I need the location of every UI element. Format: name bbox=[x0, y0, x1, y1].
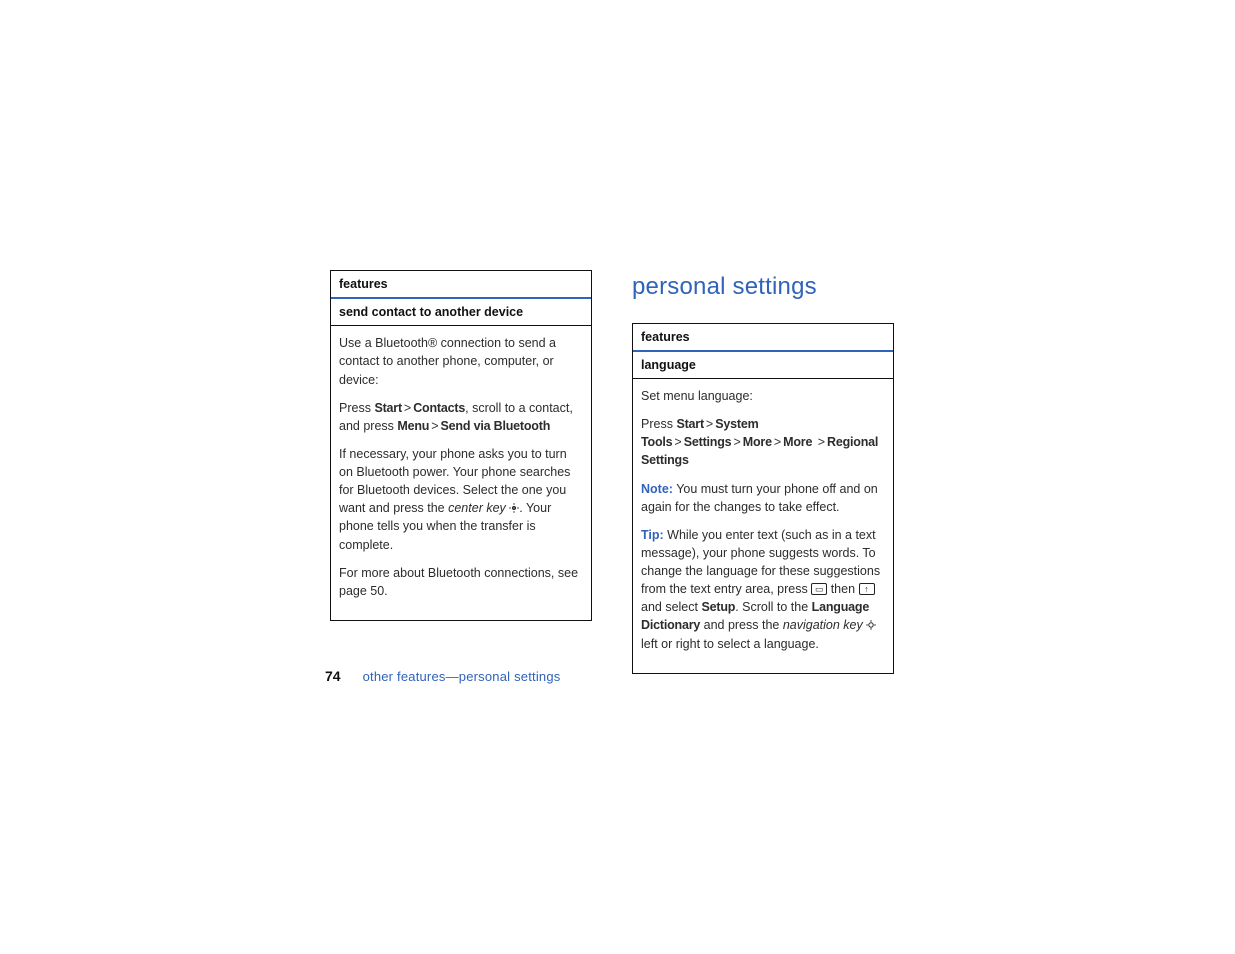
section-heading: personal settings bbox=[632, 270, 894, 305]
table-header: features bbox=[331, 271, 591, 299]
key-name: center key bbox=[448, 501, 506, 515]
note-paragraph: Note: You must turn your phone off and o… bbox=[641, 480, 885, 516]
navigation-key-icon bbox=[866, 620, 876, 630]
two-column-region: features send contact to another device … bbox=[330, 270, 910, 674]
features-table-left: features send contact to another device … bbox=[330, 270, 592, 621]
ui-path-item: Settings bbox=[684, 435, 732, 449]
ui-path-item: More bbox=[743, 435, 772, 449]
ui-path-item: Start bbox=[374, 401, 401, 415]
body-paragraph: Use a Bluetooth® connection to send a co… bbox=[339, 334, 583, 388]
page-footer: 74 other features—personal settings bbox=[325, 666, 560, 687]
body-paragraph: Press Start>System Tools>Settings>More>M… bbox=[641, 415, 885, 469]
alt-key-icon: ▭ bbox=[811, 583, 827, 595]
ui-path-item: Start bbox=[676, 417, 703, 431]
table-subheader: send contact to another device bbox=[331, 299, 591, 326]
tip-paragraph: Tip: While you enter text (such as in a … bbox=[641, 526, 885, 653]
ui-path-item: Setup bbox=[701, 600, 735, 614]
ui-path-item: More bbox=[783, 435, 812, 449]
key-name: navigation key bbox=[783, 618, 863, 632]
body-paragraph: Set menu language: bbox=[641, 387, 885, 405]
body-paragraph: Press Start>Contacts, scroll to a contac… bbox=[339, 399, 583, 435]
document-page: features send contact to another device … bbox=[0, 0, 1235, 954]
table-header: features bbox=[633, 324, 893, 352]
page-number: 74 bbox=[325, 666, 341, 686]
ui-path-item: Contacts bbox=[413, 401, 465, 415]
ui-path-item: Menu bbox=[397, 419, 429, 433]
note-label: Note: bbox=[641, 482, 673, 496]
table-body: Set menu language: Press Start>System To… bbox=[633, 379, 893, 673]
tip-label: Tip: bbox=[641, 528, 664, 542]
shift-key-icon: ↑ bbox=[859, 583, 875, 595]
left-column: features send contact to another device … bbox=[330, 270, 592, 674]
body-paragraph: If necessary, your phone asks you to tur… bbox=[339, 445, 583, 554]
features-table-right: features language Set menu language: Pre… bbox=[632, 323, 894, 674]
ui-path-item: Send via Bluetooth bbox=[441, 419, 551, 433]
breadcrumb: other features—personal settings bbox=[363, 668, 561, 687]
table-body: Use a Bluetooth® connection to send a co… bbox=[331, 326, 591, 620]
table-subheader: language bbox=[633, 352, 893, 379]
right-column: personal settings features language Set … bbox=[632, 270, 894, 674]
body-paragraph: For more about Bluetooth connections, se… bbox=[339, 564, 583, 600]
center-key-icon bbox=[509, 503, 519, 513]
